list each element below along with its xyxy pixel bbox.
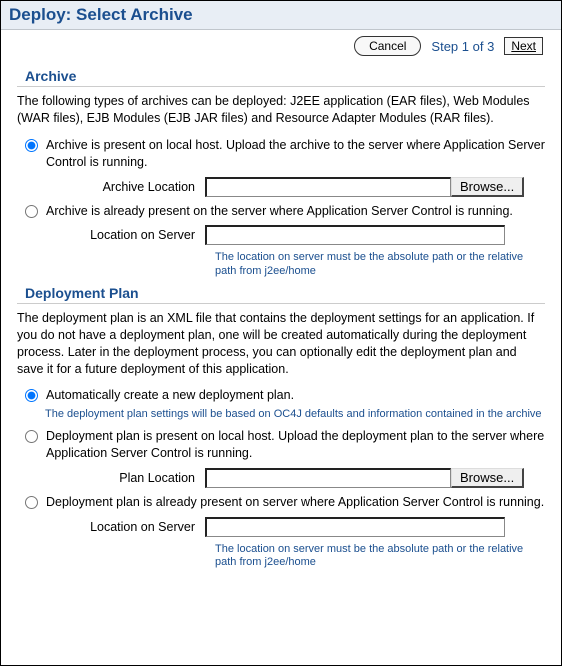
plan-option-auto[interactable]: Automatically create a new deployment pl… xyxy=(25,387,545,404)
plan-location-input[interactable] xyxy=(205,468,451,488)
archive-server-location-label: Location on Server xyxy=(45,228,205,242)
plan-server-hint: The location on server must be the absol… xyxy=(215,543,535,571)
plan-server-location-row: Location on Server xyxy=(45,517,545,537)
divider xyxy=(17,303,545,304)
cancel-button[interactable]: Cancel xyxy=(354,36,421,56)
plan-server-label: Deployment plan is already present on se… xyxy=(46,494,544,511)
archive-heading: Archive xyxy=(25,68,545,84)
divider xyxy=(17,86,545,87)
archive-location-label: Archive Location xyxy=(45,180,205,194)
plan-description: The deployment plan is an XML file that … xyxy=(17,310,545,378)
plan-server-location-label: Location on Server xyxy=(45,520,205,534)
archive-description: The following types of archives can be d… xyxy=(17,93,545,127)
plan-server-radio[interactable] xyxy=(25,496,38,509)
plan-location-row: Plan Location Browse... xyxy=(45,468,545,488)
archive-location-row: Archive Location Browse... xyxy=(45,177,545,197)
plan-auto-radio[interactable] xyxy=(25,389,38,402)
archive-option-local[interactable]: Archive is present on local host. Upload… xyxy=(25,137,545,171)
archive-local-radio[interactable] xyxy=(25,139,38,152)
wizard-topbar: Cancel Step 1 of 3 Next xyxy=(1,30,561,62)
plan-browse-button[interactable]: Browse... xyxy=(451,468,524,488)
plan-option-local[interactable]: Deployment plan is present on local host… xyxy=(25,428,545,462)
archive-server-location-row: Location on Server xyxy=(45,225,545,245)
archive-browse-button[interactable]: Browse... xyxy=(451,177,524,197)
archive-server-hint: The location on server must be the absol… xyxy=(215,251,535,279)
page-title: Deploy: Select Archive xyxy=(1,1,561,30)
next-button[interactable]: Next xyxy=(504,37,543,55)
archive-server-label: Archive is already present on the server… xyxy=(46,203,513,220)
archive-server-location-input[interactable] xyxy=(205,225,505,245)
archive-location-input[interactable] xyxy=(205,177,451,197)
archive-local-label: Archive is present on local host. Upload… xyxy=(46,137,545,171)
content-area: Archive The following types of archives … xyxy=(1,68,561,586)
plan-server-location-input[interactable] xyxy=(205,517,505,537)
archive-server-radio[interactable] xyxy=(25,205,38,218)
deploy-wizard-page: Deploy: Select Archive Cancel Step 1 of … xyxy=(0,0,562,666)
plan-option-server[interactable]: Deployment plan is already present on se… xyxy=(25,494,545,511)
plan-auto-hint: The deployment plan settings will be bas… xyxy=(45,408,545,422)
plan-heading: Deployment Plan xyxy=(25,285,545,301)
plan-local-radio[interactable] xyxy=(25,430,38,443)
plan-location-label: Plan Location xyxy=(45,471,205,485)
plan-auto-label: Automatically create a new deployment pl… xyxy=(46,387,294,404)
archive-option-server[interactable]: Archive is already present on the server… xyxy=(25,203,545,220)
step-indicator: Step 1 of 3 xyxy=(431,39,494,54)
plan-local-label: Deployment plan is present on local host… xyxy=(46,428,545,462)
